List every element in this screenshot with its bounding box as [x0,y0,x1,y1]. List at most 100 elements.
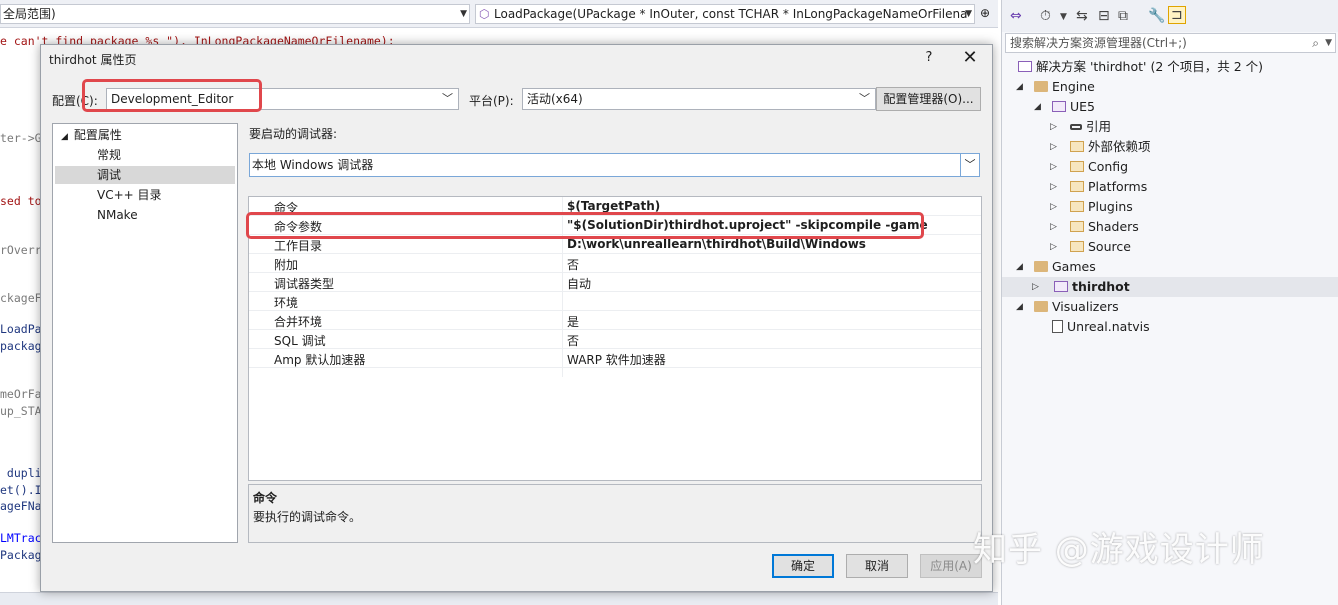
natvis-file[interactable]: Unreal.natvis [1052,317,1150,337]
platform-label: 平台(P): [469,94,514,108]
property-name: 命令 [274,201,299,215]
property-name: 工作目录 [274,239,323,253]
function-combo-label: LoadPackage(UPackage * InOuter, const TC… [494,7,968,21]
ue5-child-item[interactable]: ▷ Config [1050,157,1336,177]
dialog-title: thirdhot 属性页 [49,53,137,67]
properties-wrench-icon[interactable]: 🔧 [1148,8,1165,24]
property-name: 合并环境 [274,315,323,329]
engine-label: Engine [1052,79,1095,94]
split-icon[interactable]: ⊕ [980,6,990,20]
code-line: sed to [0,194,42,208]
visualizers-folder[interactable]: ◢ Visualizers [1016,297,1336,317]
engine-folder[interactable]: ◢ Engine [1016,77,1336,97]
project-icon [1054,281,1068,292]
solution-node[interactable]: 解决方案 'thirdhot' (2 个项目，共 2 个) [1018,57,1263,77]
games-label: Games [1052,259,1096,274]
property-row[interactable]: Amp 默认加速器 WARP 软件加速器 [249,349,981,368]
tree-root-config-properties[interactable]: ◢ 配置属性 [61,126,235,144]
description-text: 要执行的调试命令。 [253,510,362,524]
function-combo[interactable]: ⬡ LoadPackage(UPackage * InOuter, const … [475,4,975,24]
tree-item-vc-directories[interactable]: VC++ 目录 [55,186,235,204]
property-row[interactable]: 命令 $(TargetPath) [249,197,981,216]
expand-triangle-icon: ▷ [1050,222,1057,232]
code-line: meOrFa [0,387,42,401]
cancel-button[interactable]: 取消 [846,554,908,578]
ok-button[interactable]: 确定 [772,554,834,578]
ue5-child-item[interactable]: ▷ Plugins [1050,197,1336,217]
config-dropdown[interactable]: Development_Editor ﹀ [106,88,459,110]
code-line: Packag [0,548,42,562]
tree-item-debugging[interactable]: 调试 [55,166,235,184]
property-value: 否 [567,258,580,272]
expand-triangle-icon: ▷ [1050,122,1057,132]
config-manager-button[interactable]: 配置管理器(O)... [876,87,981,111]
folder-icon [1034,301,1048,312]
platform-dropdown[interactable]: 活动(x64) ﹀ [522,88,876,110]
chevron-down-icon: ▼ [460,9,467,19]
switch-views-icon[interactable]: ⇔ [1010,8,1022,24]
pending-changes-icon[interactable]: ⏱ [1040,8,1051,24]
sync-icon[interactable]: ⇆ [1076,8,1088,24]
method-icon: ⬡ [479,7,490,21]
expand-triangle-icon: ▷ [1032,282,1039,292]
preview-icon[interactable]: ⊐ [1168,6,1186,24]
games-folder[interactable]: ◢ Games [1016,257,1336,277]
ue5-child-item[interactable]: ▷ 外部依赖项 [1050,137,1336,157]
ue5-child-item[interactable]: ▷ Source [1050,237,1336,257]
property-row[interactable]: 命令参数 "$(SolutionDir)thirdhot.uproject" -s… [249,216,981,235]
chevron-down-icon[interactable]: ▼ [1060,12,1067,22]
collapse-all-icon[interactable]: ⊟ [1098,8,1110,24]
property-row[interactable]: 附加 否 [249,254,981,273]
ue5-child-item[interactable]: ▷ Platforms [1050,177,1336,197]
ue5-child-label: 引用 [1086,119,1112,134]
help-button[interactable]: ? [921,50,937,65]
collapse-triangle-icon: ◢ [1016,262,1023,272]
close-button[interactable]: ✕ [961,47,979,68]
property-name: 命令参数 [274,220,323,234]
solution-explorer: ⇔ ⏱ ▼ ⇆ ⊟ ⧉ 🔧 ⊐ 搜索解决方案资源管理器(Ctrl+;) ⌕ ▼ … [1001,0,1338,605]
chevron-down-icon: ﹀ [442,92,453,105]
editor-status-strip [0,592,998,605]
expand-triangle-icon: ▷ [1050,182,1057,192]
solution-label: 解决方案 'thirdhot' (2 个项目，共 2 个) [1036,59,1264,74]
collapse-triangle-icon: ◢ [1034,102,1041,112]
property-row[interactable]: 环境 [249,292,981,311]
property-name: 环境 [274,296,299,310]
tree-item-general[interactable]: 常规 [55,146,235,164]
code-line: LMTrac [0,531,42,545]
property-row[interactable]: 工作目录 D:\work\unreallearn\thirdhot\Build\W… [249,235,981,254]
chevron-down-icon: ﹀ [960,154,979,176]
property-row[interactable]: 调试器类型 自动 [249,273,981,292]
expand-triangle-icon: ▷ [1050,142,1057,152]
scope-combo[interactable]: 全局范围) ▼ [0,4,470,24]
collapse-triangle-icon: ◢ [1016,302,1023,312]
show-all-files-icon[interactable]: ⧉ [1118,8,1128,24]
property-row[interactable]: SQL 调试 否 [249,330,981,349]
expand-triangle-icon: ▷ [1050,202,1057,212]
ue5-child-label: Plugins [1088,199,1133,214]
property-value: 否 [567,334,580,348]
code-line: et().I [0,483,42,497]
description-title: 命令 [253,491,278,505]
solution-search-input[interactable]: 搜索解决方案资源管理器(Ctrl+;) ⌕ ▼ [1005,33,1336,53]
ue5-child-item[interactable]: ▷ 引用 [1050,117,1336,137]
ue5-project[interactable]: ◢ UE5 [1034,97,1334,117]
debugger-dropdown[interactable]: 本地 Windows 调试器 ﹀ [249,153,980,177]
solution-icon [1018,61,1032,72]
ue5-child-item[interactable]: ▷ Shaders [1050,217,1336,237]
property-value: "$(SolutionDir)thirdhot.uproject" -skipc… [567,218,928,232]
property-name: SQL 调试 [274,334,326,348]
description-panel: 命令 要执行的调试命令。 [248,484,982,543]
search-icon: ⌕ [1312,36,1319,50]
thirdhot-project[interactable]: ▷ thirdhot [1002,277,1338,297]
config-label: 配置(C): [52,94,98,108]
references-icon [1070,123,1082,130]
property-row[interactable]: 合并环境 是 [249,311,981,330]
code-line: ckageF [0,291,42,305]
folder-icon [1034,261,1048,272]
ue5-child-label: Source [1088,239,1131,254]
tree-item-nmake[interactable]: NMake [55,206,235,224]
property-value: 自动 [567,277,592,291]
folder-icon [1034,81,1048,92]
expand-triangle-icon: ▷ [1050,162,1057,172]
